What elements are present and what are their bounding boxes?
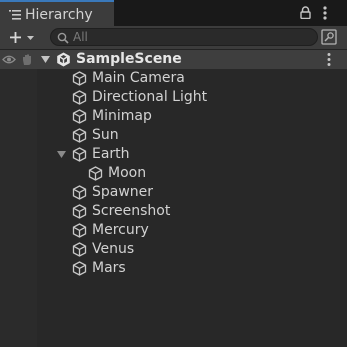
gameobject-cube-icon <box>72 128 87 143</box>
foldout-arrow-icon[interactable] <box>57 150 66 159</box>
gameobject-cube-icon <box>88 166 103 181</box>
scene-foldout-arrow-icon[interactable] <box>41 55 50 64</box>
hierarchy-item-label: Mercury <box>92 222 149 238</box>
chevron-down-icon <box>27 36 34 40</box>
lock-icon[interactable] <box>300 6 311 19</box>
plus-icon <box>10 32 34 43</box>
search-field[interactable] <box>50 28 318 46</box>
hierarchy-item-label: Mars <box>92 260 126 276</box>
hierarchy-item-label: Spawner <box>92 184 154 200</box>
hierarchy-window: Hierarchy All SampleScene Main Camera Di… <box>0 0 347 347</box>
tab-strip: Hierarchy <box>0 0 347 26</box>
hierarchy-item[interactable]: Sun <box>0 126 347 145</box>
hierarchy-item[interactable]: Screenshot <box>0 202 347 221</box>
hierarchy-tree: SampleScene Main Camera Directional Light… <box>0 50 347 347</box>
scene-more-icon[interactable] <box>326 52 332 67</box>
search-input[interactable] <box>73 29 303 45</box>
hierarchy-toolbar <box>0 26 347 50</box>
hierarchy-item-label: Directional Light <box>92 89 208 105</box>
pickable-hand-icon[interactable] <box>21 53 33 66</box>
hierarchy-item-label: Earth <box>92 146 130 162</box>
hierarchy-item-label: Sun <box>92 127 119 143</box>
hierarchy-item[interactable]: Directional Light <box>0 88 347 107</box>
hierarchy-item[interactable]: Moon <box>0 164 347 183</box>
hierarchy-item-label: Screenshot <box>92 203 171 219</box>
gameobject-cube-icon <box>72 223 87 238</box>
unity-scene-icon <box>57 52 70 67</box>
hierarchy-item[interactable]: Venus <box>0 240 347 259</box>
hierarchy-item[interactable]: Minimap <box>0 107 347 126</box>
gameobject-cube-icon <box>72 90 87 105</box>
hierarchy-item[interactable]: Main Camera <box>0 69 347 88</box>
gameobject-cube-icon <box>72 242 87 257</box>
gameobject-cube-icon <box>72 204 87 219</box>
scene-name: SampleScene <box>76 51 182 67</box>
tab-hierarchy[interactable]: Hierarchy <box>0 0 114 26</box>
more-vertical-icon[interactable] <box>322 5 328 21</box>
scene-row[interactable]: SampleScene <box>0 50 347 69</box>
search-icon <box>57 32 69 44</box>
hierarchy-item[interactable]: Spawner <box>0 183 347 202</box>
gameobject-cube-icon <box>72 185 87 200</box>
gameobject-cube-icon <box>72 261 87 276</box>
gameobject-cube-icon <box>72 71 87 86</box>
hierarchy-item-label: Minimap <box>92 108 152 124</box>
hierarchy-item[interactable]: Mercury <box>0 221 347 240</box>
hierarchy-item[interactable]: Earth <box>0 145 347 164</box>
hierarchy-item[interactable]: Mars <box>0 259 347 278</box>
hierarchy-item-label: Moon <box>108 165 147 181</box>
scene-search-icon[interactable] <box>321 29 337 45</box>
eye-icon[interactable] <box>2 54 16 65</box>
gameobject-cube-icon <box>72 109 87 124</box>
hierarchy-item-label: Venus <box>92 241 135 257</box>
tab-title: Hierarchy <box>25 7 93 23</box>
hierarchy-item-label: Main Camera <box>92 70 185 86</box>
list-icon <box>9 10 21 20</box>
gameobject-cube-icon <box>72 147 87 162</box>
add-object-button[interactable] <box>3 28 39 47</box>
